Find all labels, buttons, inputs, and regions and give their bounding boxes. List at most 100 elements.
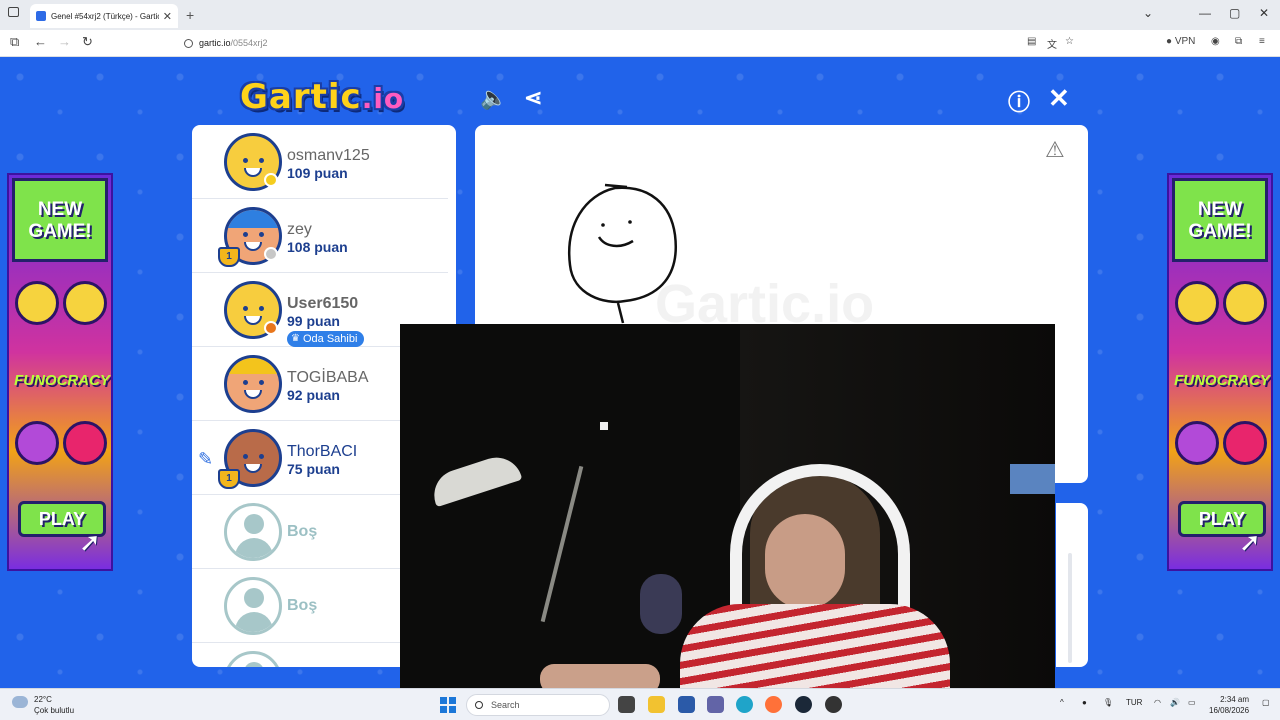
share-icon[interactable]: ⋖: [524, 85, 542, 111]
reload-icon[interactable]: ↻: [82, 34, 93, 50]
ad-faces-bottom: [1175, 421, 1267, 475]
empty-slot-label: Boş: [287, 597, 318, 614]
sound-icon[interactable]: 🔈: [480, 85, 507, 111]
account-icon[interactable]: ◉: [1211, 36, 1220, 47]
ad-faces-bottom: [15, 421, 107, 475]
crown-icon: ♛: [291, 333, 300, 344]
weather-temp: 22°C: [34, 695, 52, 704]
address-toolbar: ⧉ ← → ↻ gartic.io/0554xrj2 ▤ 文 ☆ ● VPN ◉…: [0, 30, 1280, 57]
player-name: TOGİBABA: [287, 369, 369, 386]
site-info-icon[interactable]: [184, 38, 193, 48]
empty-slot-label: Boş: [287, 523, 318, 540]
clock[interactable]: 2:34 am 16/08/2026: [1209, 694, 1249, 716]
pencil-icon: ✎: [198, 449, 214, 469]
task-view-icon[interactable]: [618, 696, 635, 713]
player-score: 109 puan: [287, 165, 348, 181]
browser-tab-bar: Genel #54xrj2 (Türkçe) - Gartic.i ✕ + ⌄ …: [0, 0, 1280, 30]
vpn-label: VPN: [1174, 36, 1196, 47]
edge-icon[interactable]: [736, 696, 753, 713]
maximize-icon[interactable]: ▢: [1229, 6, 1240, 20]
sidebar-toggle-icon[interactable]: ⧉: [10, 34, 19, 50]
tab-title: Genel #54xrj2 (Türkçe) - Gartic.i: [51, 11, 159, 21]
avatar: [224, 355, 282, 413]
monster-face-icon: [1175, 421, 1219, 465]
taskbar: 22°C Çok bulutlu Search ^ ● 🎙 TUR ◠ 🔊 ▭ …: [0, 688, 1280, 720]
minimize-icon[interactable]: —: [1199, 6, 1211, 20]
logo-suffix: .io: [361, 82, 405, 115]
status-dot: [264, 247, 278, 261]
menu-icon[interactable]: ≡: [1259, 36, 1265, 47]
firefox-icon[interactable]: [765, 696, 782, 713]
window-close-icon[interactable]: ✕: [1259, 6, 1269, 20]
start-button[interactable]: [440, 697, 456, 713]
notification-icon[interactable]: ▢: [1262, 698, 1270, 707]
monster-face-icon: [15, 421, 59, 465]
browser-tab-active[interactable]: Genel #54xrj2 (Türkçe) - Gartic.i ✕: [30, 4, 178, 28]
player-score: 92 puan: [287, 387, 340, 403]
tab-menu-icon[interactable]: [8, 7, 19, 17]
player-name: zey: [287, 221, 312, 238]
language-indicator[interactable]: TUR: [1126, 698, 1142, 707]
trophy-icon: 1: [218, 247, 240, 267]
ad-banner-left[interactable]: NEW GAME! FUNOCRACY PLAY ➚: [7, 173, 113, 571]
mic-stand: [540, 465, 584, 623]
forward-icon[interactable]: →: [58, 34, 71, 49]
weather-desc: Çok bulutlu: [34, 706, 75, 715]
gartic-logo[interactable]: Gartic.io: [240, 77, 404, 117]
teams-icon[interactable]: [707, 696, 724, 713]
weather-widget[interactable]: 22°C Çok bulutlu: [12, 694, 74, 716]
empty-avatar: [224, 503, 282, 561]
ad-banner-right[interactable]: NEW GAME! FUNOCRACY PLAY ➚: [1167, 173, 1273, 571]
tray-app-icon[interactable]: ●: [1082, 698, 1087, 707]
back-icon[interactable]: ←: [34, 34, 47, 49]
thumbs-up-icon: [15, 281, 59, 325]
extensions-icon[interactable]: ⧉: [1235, 36, 1242, 47]
tray-chevron-icon[interactable]: ^: [1060, 698, 1064, 707]
ad-brand: FUNOCRACY: [1174, 372, 1270, 389]
player-name: osmanv125: [287, 147, 370, 164]
player-row[interactable]: osmanv125 109 puan: [192, 125, 448, 199]
obs-icon[interactable]: [825, 696, 842, 713]
player-score: 99 puan: [287, 313, 340, 329]
ad-faces-top: [15, 281, 107, 335]
bookmark-star-icon[interactable]: ☆: [1065, 36, 1074, 47]
ad-brand: FUNOCRACY: [14, 372, 110, 389]
translate-icon[interactable]: 文: [1047, 36, 1057, 51]
exit-icon[interactable]: ✕: [1048, 83, 1070, 114]
status-dot: [264, 173, 278, 187]
taskbar-search[interactable]: Search: [466, 694, 610, 716]
info-icon[interactable]: ⓘ: [1008, 85, 1030, 117]
reader-view-icon[interactable]: ▤: [1027, 36, 1036, 47]
battery-icon[interactable]: ▭: [1188, 698, 1196, 707]
desk-lamp: [427, 450, 523, 508]
steam-icon[interactable]: [795, 696, 812, 713]
trophy-icon: 1: [218, 469, 240, 489]
player-row[interactable]: 1 zey 108 puan: [192, 199, 448, 273]
clock-time: 2:34 am: [1220, 695, 1250, 704]
webcam-overlay: [400, 324, 1055, 692]
player-score: 75 puan: [287, 461, 340, 477]
vpn-button[interactable]: ● VPN: [1166, 36, 1195, 47]
ad-new-game: NEW GAME!: [12, 178, 108, 262]
logo-main: Gartic: [240, 77, 362, 117]
url-field[interactable]: gartic.io/0554xrj2: [176, 33, 1086, 53]
search-placeholder: Search: [491, 700, 520, 710]
chat-scrollbar[interactable]: [1068, 553, 1072, 663]
streamer: [660, 464, 950, 692]
tab-list-chevron-icon[interactable]: ⌄: [1143, 6, 1153, 20]
wifi-icon[interactable]: ◠: [1154, 698, 1161, 707]
happy-face-icon: [1223, 281, 1267, 325]
search-icon: [475, 701, 483, 709]
file-explorer-icon[interactable]: [648, 696, 665, 713]
angry-face-icon: [1223, 421, 1267, 465]
ad-new-game: NEW GAME!: [1172, 178, 1268, 262]
cursor-icon: ➚: [1239, 527, 1261, 557]
volume-icon[interactable]: 🔊: [1170, 698, 1180, 707]
store-icon[interactable]: [678, 696, 695, 713]
close-tab-icon[interactable]: ✕: [163, 10, 172, 23]
player-name: User6150: [287, 295, 359, 312]
cloud-icon: [12, 696, 28, 708]
url-path: /0554xrj2: [230, 38, 268, 48]
new-tab-icon[interactable]: +: [186, 7, 194, 23]
microphone-icon[interactable]: 🎙: [1103, 698, 1113, 707]
